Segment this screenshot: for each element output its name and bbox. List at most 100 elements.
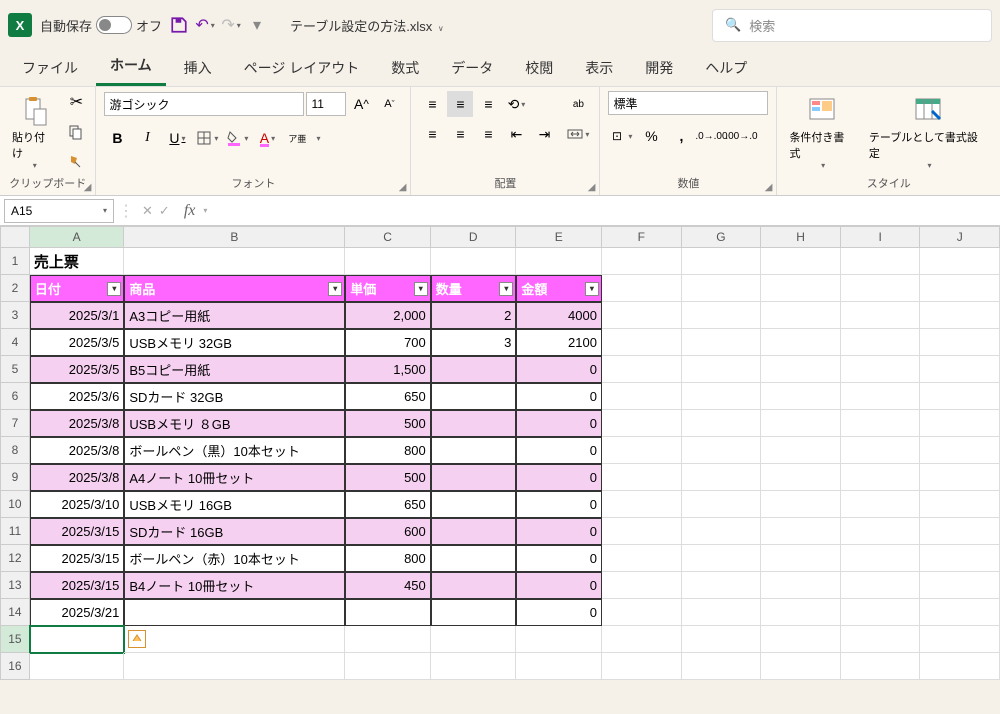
cell[interactable]: 600 xyxy=(345,518,431,545)
select-all-corner[interactable] xyxy=(0,226,30,248)
cell[interactable] xyxy=(920,383,1000,410)
cell[interactable] xyxy=(431,410,517,437)
accounting-button[interactable]: ⊡▾ xyxy=(608,123,634,149)
format-table-button[interactable]: テーブルとして書式設定▾ xyxy=(865,91,992,174)
row-header[interactable]: 2 xyxy=(0,275,30,302)
cell[interactable] xyxy=(761,302,841,329)
cell[interactable] xyxy=(761,545,841,572)
cell[interactable] xyxy=(431,518,517,545)
row-header[interactable]: 15 xyxy=(0,626,30,653)
cell[interactable] xyxy=(920,275,1000,302)
cell[interactable] xyxy=(431,356,517,383)
cell[interactable] xyxy=(841,275,921,302)
col-header-A[interactable]: A xyxy=(30,226,125,248)
cell[interactable] xyxy=(920,410,1000,437)
cell[interactable] xyxy=(602,248,682,275)
align-bottom-button[interactable]: ≡ xyxy=(475,91,501,117)
cell[interactable] xyxy=(841,464,921,491)
cell[interactable] xyxy=(602,572,682,599)
cell[interactable]: 0 xyxy=(516,464,602,491)
cell[interactable] xyxy=(431,599,517,626)
cell[interactable]: ボールペン（黒）10本セット xyxy=(124,437,345,464)
cell[interactable] xyxy=(30,626,125,653)
cell[interactable]: 450 xyxy=(345,572,431,599)
merge-button[interactable]: ▾ xyxy=(565,121,591,147)
align-center-button[interactable]: ≡ xyxy=(447,121,473,147)
cell[interactable] xyxy=(761,356,841,383)
cell[interactable] xyxy=(602,518,682,545)
cell[interactable]: 0 xyxy=(516,410,602,437)
dialog-launcher-icon[interactable]: ◢ xyxy=(84,182,92,193)
filter-dropdown-icon[interactable]: ▾ xyxy=(585,282,599,296)
cell[interactable]: 800 xyxy=(345,545,431,572)
row-header[interactable]: 5 xyxy=(0,356,30,383)
cell[interactable] xyxy=(431,626,517,653)
cell[interactable] xyxy=(345,626,431,653)
cell[interactable] xyxy=(602,464,682,491)
qat-more-icon[interactable]: ▾ xyxy=(248,16,266,34)
cell[interactable]: 4000 xyxy=(516,302,602,329)
cell[interactable] xyxy=(920,572,1000,599)
row-header[interactable]: 16 xyxy=(0,653,30,680)
cell[interactable] xyxy=(124,626,345,653)
cell[interactable] xyxy=(602,626,682,653)
cell[interactable] xyxy=(841,545,921,572)
border-button[interactable]: ▾ xyxy=(194,125,220,151)
row-header[interactable]: 10 xyxy=(0,491,30,518)
row-header[interactable]: 8 xyxy=(0,437,30,464)
cell[interactable]: ボールペン（赤）10本セット xyxy=(124,545,345,572)
number-format-select[interactable] xyxy=(608,91,768,115)
cell[interactable] xyxy=(761,491,841,518)
tab-ページ レイアウト[interactable]: ページ レイアウト xyxy=(230,50,374,86)
row-header[interactable]: 3 xyxy=(0,302,30,329)
col-header-J[interactable]: J xyxy=(920,226,1000,248)
cell[interactable]: 2025/3/15 xyxy=(30,518,125,545)
bold-button[interactable]: B xyxy=(104,125,130,151)
cell[interactable] xyxy=(431,545,517,572)
cell[interactable]: 650 xyxy=(345,383,431,410)
cell[interactable] xyxy=(682,329,762,356)
cell[interactable]: USBメモリ 32GB xyxy=(124,329,345,356)
cell[interactable]: USBメモリ ８GB xyxy=(124,410,345,437)
cell[interactable]: 商品▾ xyxy=(124,275,345,302)
filter-dropdown-icon[interactable]: ▾ xyxy=(328,282,342,296)
tab-ヘルプ[interactable]: ヘルプ xyxy=(691,50,761,86)
cell[interactable] xyxy=(431,248,517,275)
cell[interactable]: 2025/3/6 xyxy=(30,383,125,410)
align-left-button[interactable]: ≡ xyxy=(419,121,445,147)
cell[interactable]: B5コピー用紙 xyxy=(124,356,345,383)
cell[interactable] xyxy=(345,248,431,275)
cell[interactable] xyxy=(841,599,921,626)
cell[interactable] xyxy=(841,491,921,518)
cell[interactable]: 数量▾ xyxy=(431,275,517,302)
cell[interactable]: 2100 xyxy=(516,329,602,356)
cell[interactable]: SDカード 32GB xyxy=(124,383,345,410)
row-header[interactable]: 13 xyxy=(0,572,30,599)
cell[interactable] xyxy=(761,626,841,653)
cell[interactable] xyxy=(431,491,517,518)
filter-dropdown-icon[interactable]: ▾ xyxy=(499,282,513,296)
col-header-I[interactable]: I xyxy=(841,226,921,248)
cell[interactable] xyxy=(682,383,762,410)
filter-dropdown-icon[interactable]: ▾ xyxy=(107,282,121,296)
filename[interactable]: テーブル設定の方法.xlsx ∨ xyxy=(290,16,444,35)
cell[interactable] xyxy=(761,518,841,545)
cell[interactable] xyxy=(602,302,682,329)
italic-button[interactable]: I xyxy=(134,125,160,151)
col-header-F[interactable]: F xyxy=(602,226,682,248)
tab-データ[interactable]: データ xyxy=(437,50,507,86)
cell[interactable]: 3 xyxy=(431,329,517,356)
cell[interactable] xyxy=(345,653,431,680)
cell[interactable] xyxy=(761,437,841,464)
cell[interactable] xyxy=(920,356,1000,383)
font-size-select[interactable] xyxy=(306,92,346,116)
cell[interactable] xyxy=(682,626,762,653)
worksheet-grid[interactable]: ABCDEFGHIJ 1売上票2日付▾商品▾単価▾数量▾金額▾32025/3/1… xyxy=(0,226,1000,680)
dialog-launcher-icon[interactable]: ◢ xyxy=(399,182,407,193)
cell[interactable] xyxy=(602,437,682,464)
row-header[interactable]: 1 xyxy=(0,248,30,275)
format-painter-button[interactable] xyxy=(65,151,87,173)
tab-ホーム[interactable]: ホーム xyxy=(96,47,166,86)
cell[interactable] xyxy=(920,491,1000,518)
cell[interactable] xyxy=(920,437,1000,464)
